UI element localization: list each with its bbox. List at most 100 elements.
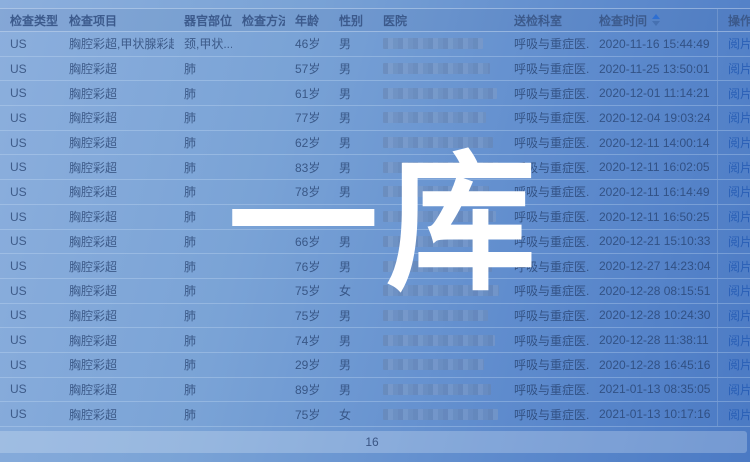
- table-row[interactable]: US 胸腔彩超 肺 75岁 女 呼吸与重症医... 2021-01-13 10:…: [0, 402, 750, 427]
- cell-exam-item: 胸腔彩超: [59, 205, 174, 229]
- table-row[interactable]: US 胸腔彩超 肺 83岁 男 呼吸与重症医... 2020-12-11 16:…: [0, 155, 750, 180]
- redacted-hospital-name: [383, 285, 499, 296]
- cell-exam-type: US: [0, 230, 59, 254]
- view-images-link[interactable]: 阅片: [728, 282, 750, 299]
- col-header-exam-type: 检查类型: [0, 9, 59, 31]
- col-header-exam-time-label: 检查时间: [599, 12, 647, 29]
- cell-exam-type: US: [0, 180, 59, 204]
- table-body: US 胸腔彩超,甲状腺彩超 颈,甲状... 46岁 男 呼吸与重症医... 20…: [0, 32, 750, 427]
- cell-method: [232, 155, 285, 179]
- table-row[interactable]: US 胸腔彩超 肺 62岁 男 呼吸与重症医... 2020-12-11 14:…: [0, 131, 750, 156]
- cell-exam-type: US: [0, 32, 59, 56]
- table-row[interactable]: US 胸腔彩超 肺 78岁 男 呼吸与重症医... 2020-12-11 16:…: [0, 180, 750, 205]
- cell-exam-type: US: [0, 378, 59, 402]
- cell-action: 阅片: [717, 279, 750, 303]
- view-images-link[interactable]: 阅片: [728, 258, 750, 275]
- cell-exam-item: 胸腔彩超: [59, 131, 174, 155]
- cell-age: 83岁: [285, 155, 329, 179]
- cell-age: 75岁: [285, 402, 329, 426]
- table-row[interactable]: US 胸腔彩超 肺 76岁 女 呼吸与重症医... 2020-12-11 16:…: [0, 205, 750, 230]
- cell-department: 呼吸与重症医...: [504, 254, 589, 278]
- table-row[interactable]: US 胸腔彩超 肺 75岁 男 呼吸与重症医... 2020-12-28 10:…: [0, 304, 750, 329]
- col-header-age: 年龄: [285, 9, 329, 31]
- view-images-link[interactable]: 阅片: [728, 381, 750, 398]
- table-header: 检查类型 检查项目 器官部位 检查方法 年龄 性别 医院 送检科室 检查时间 操…: [0, 8, 750, 32]
- view-images-link[interactable]: 阅片: [728, 35, 750, 52]
- cell-department: 呼吸与重症医...: [504, 279, 589, 303]
- cell-exam-time: 2020-12-28 08:15:51: [589, 279, 717, 303]
- table-row[interactable]: US 胸腔彩超 肺 77岁 男 呼吸与重症医... 2020-12-04 19:…: [0, 106, 750, 131]
- cell-sex: 男: [329, 254, 373, 278]
- caret-down-icon: [652, 21, 660, 26]
- cell-organ: 颈,甲状...: [174, 32, 232, 56]
- cell-action: 阅片: [717, 230, 750, 254]
- view-images-link[interactable]: 阅片: [728, 233, 750, 250]
- cell-exam-time: 2020-12-27 14:23:04: [589, 254, 717, 278]
- redacted-hospital-name: [383, 236, 485, 247]
- table-row[interactable]: US 胸腔彩超 肺 29岁 男 呼吸与重症医... 2020-12-28 16:…: [0, 353, 750, 378]
- cell-exam-type: US: [0, 106, 59, 130]
- cell-method: [232, 304, 285, 328]
- cell-organ: 肺: [174, 402, 232, 426]
- cell-action: 阅片: [717, 131, 750, 155]
- view-images-link[interactable]: 阅片: [728, 307, 750, 324]
- table-row[interactable]: US 胸腔彩超 肺 66岁 男 呼吸与重症医... 2020-12-21 15:…: [0, 230, 750, 255]
- cell-exam-type: US: [0, 279, 59, 303]
- cell-exam-item: 胸腔彩超: [59, 180, 174, 204]
- cell-exam-item: 胸腔彩超: [59, 254, 174, 278]
- cell-department: 呼吸与重症医...: [504, 155, 589, 179]
- view-images-link[interactable]: 阅片: [728, 332, 750, 349]
- cell-department: 呼吸与重症医...: [504, 180, 589, 204]
- redacted-hospital-name: [383, 186, 489, 197]
- cell-department: 呼吸与重症医...: [504, 106, 589, 130]
- cell-sex: 男: [329, 378, 373, 402]
- cell-exam-item: 胸腔彩超: [59, 230, 174, 254]
- view-images-link[interactable]: 阅片: [728, 109, 750, 126]
- view-images-link[interactable]: 阅片: [728, 60, 750, 77]
- cell-age: 75岁: [285, 304, 329, 328]
- table-row[interactable]: US 胸腔彩超,甲状腺彩超 颈,甲状... 46岁 男 呼吸与重症医... 20…: [0, 32, 750, 57]
- cell-organ: 肺: [174, 205, 232, 229]
- cell-sex: 女: [329, 402, 373, 426]
- cell-method: [232, 353, 285, 377]
- redacted-hospital-name: [383, 162, 500, 173]
- cell-exam-item: 胸腔彩超: [59, 402, 174, 426]
- cell-age: 74岁: [285, 328, 329, 352]
- table-row[interactable]: US 胸腔彩超 肺 74岁 男 呼吸与重症医... 2020-12-28 11:…: [0, 328, 750, 353]
- cell-organ: 肺: [174, 304, 232, 328]
- cell-exam-type: US: [0, 402, 59, 426]
- col-header-hospital: 医院: [373, 9, 504, 31]
- cell-method: [232, 378, 285, 402]
- redacted-hospital-name: [383, 211, 496, 222]
- view-images-link[interactable]: 阅片: [728, 356, 750, 373]
- table-row[interactable]: US 胸腔彩超 肺 57岁 男 呼吸与重症医... 2020-11-25 13:…: [0, 57, 750, 82]
- cell-method: [232, 81, 285, 105]
- cell-hospital: [373, 279, 504, 303]
- view-images-link[interactable]: 阅片: [728, 85, 750, 102]
- cell-method: [232, 32, 285, 56]
- table-row[interactable]: US 胸腔彩超 肺 75岁 女 呼吸与重症医... 2020-12-28 08:…: [0, 279, 750, 304]
- col-header-method: 检查方法: [232, 9, 285, 31]
- cell-exam-type: US: [0, 353, 59, 377]
- table-row[interactable]: US 胸腔彩超 肺 76岁 男 呼吸与重症医... 2020-12-27 14:…: [0, 254, 750, 279]
- cell-action: 阅片: [717, 378, 750, 402]
- cell-exam-item: 胸腔彩超,甲状腺彩超: [59, 32, 174, 56]
- view-images-link[interactable]: 阅片: [728, 208, 750, 225]
- view-images-link[interactable]: 阅片: [728, 134, 750, 151]
- cell-age: 46岁: [285, 32, 329, 56]
- table-row[interactable]: US 胸腔彩超 肺 61岁 男 呼吸与重症医... 2020-12-01 11:…: [0, 81, 750, 106]
- cell-age: 76岁: [285, 254, 329, 278]
- view-images-link[interactable]: 阅片: [728, 406, 750, 423]
- cell-method: [232, 180, 285, 204]
- view-images-link[interactable]: 阅片: [728, 183, 750, 200]
- cell-age: 75岁: [285, 279, 329, 303]
- sort-ascending-icon[interactable]: [652, 14, 660, 26]
- cell-age: 89岁: [285, 378, 329, 402]
- page-number-list: 123456...16: [0, 431, 747, 453]
- cell-hospital: [373, 57, 504, 81]
- table-row[interactable]: US 胸腔彩超 肺 89岁 男 呼吸与重症医... 2021-01-13 08:…: [0, 378, 750, 403]
- page-number-button[interactable]: 16: [0, 431, 747, 453]
- view-images-link[interactable]: 阅片: [728, 159, 750, 176]
- col-header-exam-time[interactable]: 检查时间: [589, 9, 717, 31]
- cell-exam-type: US: [0, 328, 59, 352]
